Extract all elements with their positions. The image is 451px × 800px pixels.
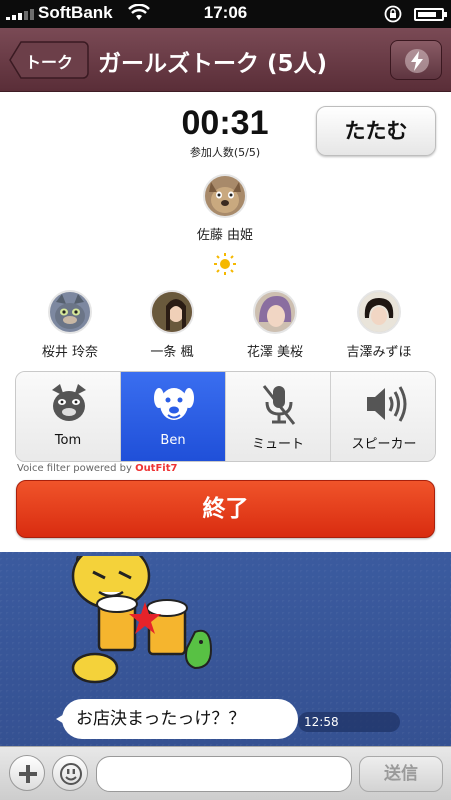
speaker-icon [367, 386, 407, 422]
end-call-button[interactable]: 終了 [16, 480, 435, 538]
sun-icon [214, 253, 236, 275]
member-name: 花澤 美桜 [246, 345, 304, 360]
add-button[interactable] [9, 755, 45, 791]
message-text: お店決まったっけ？？ [76, 709, 246, 729]
control-label: Tom [54, 433, 82, 448]
control-label: ミュート [251, 437, 304, 452]
call-controls: Tom Ben ミュート スピーカー [15, 371, 436, 462]
plus-icon [19, 765, 37, 783]
smiley-icon [60, 763, 82, 785]
member-name: 吉澤みずほ [346, 345, 412, 360]
status-bar: SoftBank 17:06 [0, 0, 451, 28]
message-time: 12:58 [298, 712, 400, 732]
member-avatar[interactable] [150, 290, 194, 334]
back-button-label: トーク [25, 53, 74, 72]
fold-button[interactable]: たたむ [316, 106, 436, 156]
beer-sticker-icon[interactable] [55, 556, 225, 691]
control-label: Ben [160, 433, 186, 448]
member-avatar[interactable] [357, 290, 401, 334]
battery-icon [414, 8, 447, 21]
voice-filter-tom-button[interactable]: Tom [16, 372, 121, 461]
outfit7-logo: OutFit7 [135, 463, 178, 474]
dog-face-icon [154, 388, 194, 420]
sticker-button[interactable] [52, 755, 88, 791]
member-name: 桜井 玲奈 [41, 345, 99, 360]
speaker-button[interactable]: スピーカー [331, 372, 435, 461]
message-bubble[interactable]: お店決まったっけ？？ [56, 699, 298, 739]
voice-filter-ben-button[interactable]: Ben [121, 372, 226, 461]
call-timer: 00:31 [181, 104, 269, 142]
dog-avatar-icon [205, 176, 245, 216]
woman-avatar-icon [152, 292, 192, 332]
host-name: 佐藤 由姫 [196, 228, 254, 243]
woman-avatar-icon [255, 292, 295, 332]
member-name: 一条 楓 [150, 345, 194, 360]
mute-button[interactable]: ミュート [226, 372, 331, 461]
woman-avatar-icon [359, 292, 399, 332]
message-input[interactable] [96, 756, 352, 792]
send-button[interactable]: 送信 [359, 756, 443, 792]
nav-bar: トーク ガールズトーク (5人) [0, 28, 451, 92]
rotation-lock-icon [384, 5, 402, 23]
back-button[interactable]: トーク [9, 41, 89, 79]
powered-by-text: Voice filter powered by OutFit7 [17, 463, 177, 474]
mic-off-icon [262, 385, 296, 425]
member-avatar[interactable] [253, 290, 297, 334]
powered-by-label: Voice filter powered by [17, 463, 132, 474]
input-bar: 送信 [0, 746, 451, 800]
cat-avatar-icon [50, 292, 90, 332]
page-title: ガールズトーク (5人) [98, 51, 328, 77]
cat-face-icon [52, 384, 86, 421]
member-avatar[interactable] [48, 290, 92, 334]
control-label: スピーカー [351, 437, 417, 452]
lightning-icon [405, 49, 429, 73]
free-call-button[interactable] [390, 40, 442, 80]
host-avatar[interactable] [203, 174, 247, 218]
participants-count: 参加人数(5/5) [189, 146, 261, 159]
